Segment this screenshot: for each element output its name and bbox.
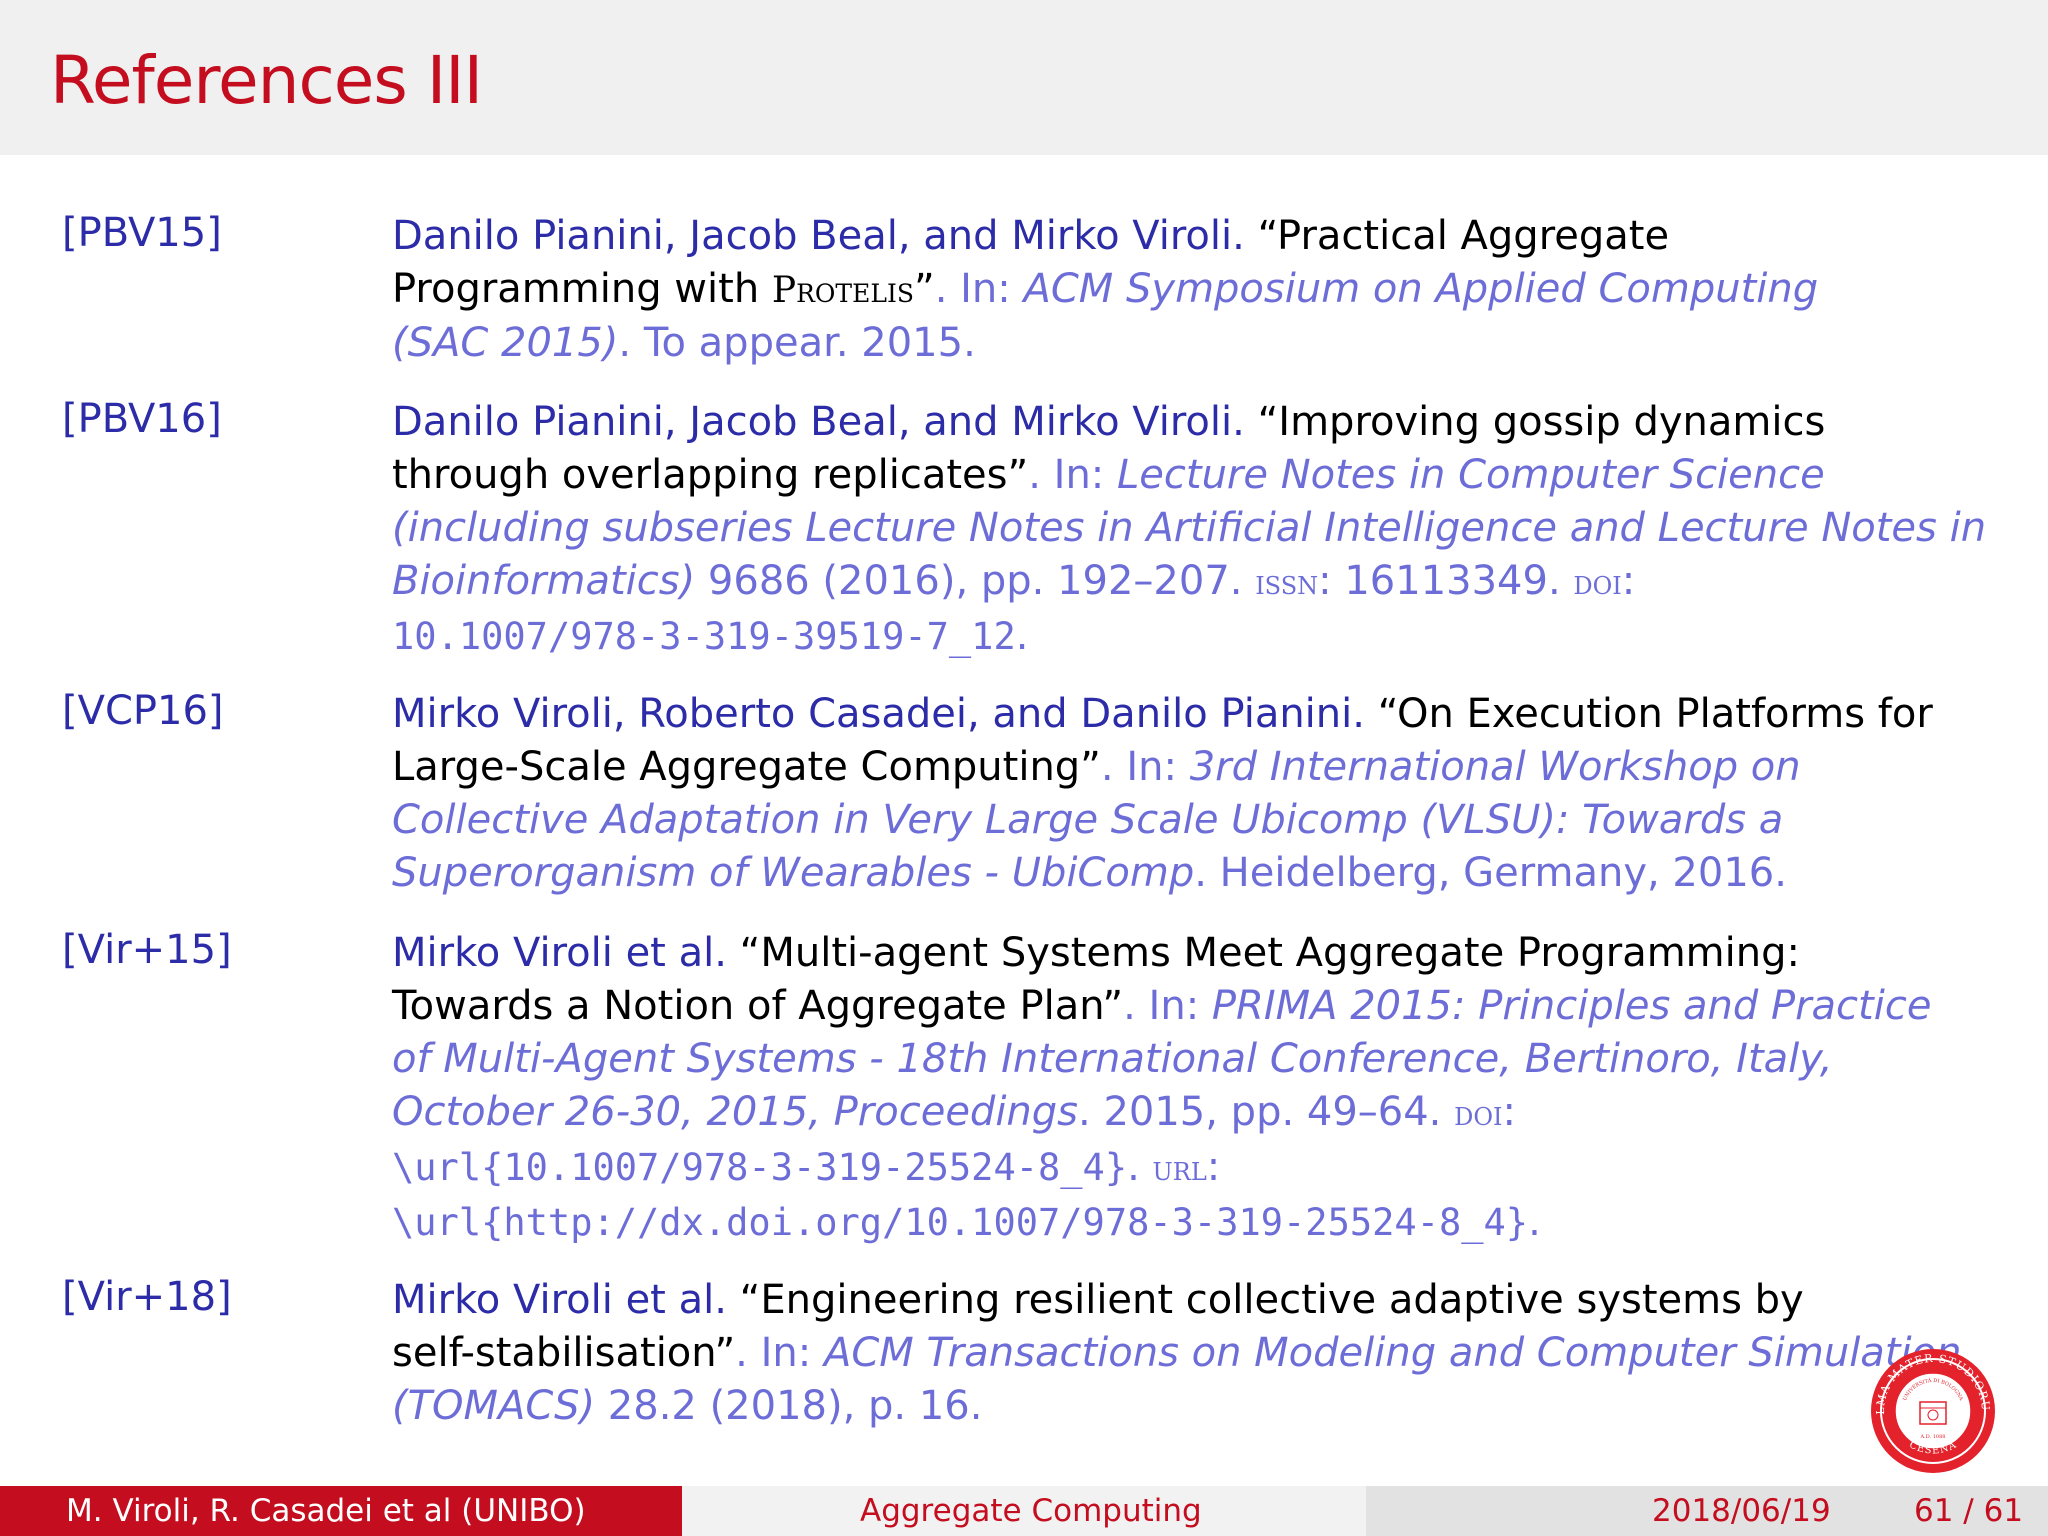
- title-bar: References III: [0, 0, 2048, 155]
- in-label: . In:: [735, 1330, 824, 1376]
- footer: M. Viroli, R. Casadei et al (UNIBO) Aggr…: [0, 1486, 2048, 1536]
- reference-venue-cont: (including subseries Lecture Notes in Ar…: [392, 505, 1987, 551]
- university-seal-icon: ALMA MATER STUDIORUM CESENA UNIVERSITÀ D…: [1868, 1346, 1995, 1473]
- reference-details: . 2015, pp. 49–64.: [1078, 1089, 1455, 1135]
- reference-venue: Lecture Notes in Computer Science: [1117, 452, 1825, 498]
- reference-key: [Vir+18]: [62, 1274, 232, 1320]
- protelis-smallcaps: Protelis: [771, 270, 914, 311]
- reference-body: Danilo Pianini, Jacob Beal, and Mirko Vi…: [392, 210, 2022, 370]
- reference-venue-cont: (SAC 2015): [392, 320, 619, 366]
- reference-title: “Improving gossip dynamics: [1257, 399, 1826, 445]
- footer-title-box: Aggregate Computing: [682, 1486, 1366, 1536]
- reference-key: [Vir+15]: [62, 927, 232, 973]
- reference-venue: ACM Symposium on Applied Computing: [1023, 266, 1819, 312]
- in-label: . In:: [1123, 983, 1212, 1029]
- doi-colon: :: [1502, 1089, 1516, 1135]
- in-label: . In:: [934, 266, 1024, 312]
- footer-date: 2018/06/19: [1652, 1493, 1831, 1529]
- reference-key: [VCP16]: [62, 688, 224, 734]
- reference-title: “Practical Aggregate: [1257, 213, 1670, 259]
- reference-body: Mirko Viroli et al. “Multi-agent Systems…: [392, 927, 2022, 1249]
- reference-venue-cont: Collective Adaptation in Very Large Scal…: [392, 797, 1784, 843]
- reference-authors[interactable]: Danilo Pianini, Jacob Beal, and Mirko Vi…: [392, 213, 1245, 259]
- reference-title-cont: Programming with: [392, 266, 772, 312]
- footer-page-number: 61 / 61: [1914, 1493, 2024, 1529]
- reference-title-cont: through overlapping replicates”: [392, 452, 1029, 498]
- reference-details: . To appear. 2015.: [618, 320, 976, 366]
- reference-venue: ACM Transactions on Modeling and Compute…: [823, 1330, 1962, 1376]
- page-title: References III: [50, 42, 483, 119]
- reference-authors[interactable]: Danilo Pianini, Jacob Beal, and Mirko Vi…: [392, 399, 1245, 445]
- in-label: . In:: [1028, 452, 1117, 498]
- separator: .: [1127, 1144, 1153, 1190]
- reference-title-cont: self-stabilisation”: [392, 1330, 736, 1376]
- doi-label: doi: [1454, 1094, 1503, 1134]
- reference-title: “On Execution Platforms for: [1377, 691, 1933, 737]
- reference-body: Danilo Pianini, Jacob Beal, and Mirko Vi…: [392, 396, 2022, 663]
- issn-value: : 16113349.: [1318, 558, 1574, 604]
- reference-venue: PRIMA 2015: Principles and Practice: [1211, 983, 1932, 1029]
- reference-details: 28.2 (2018), p. 16.: [595, 1383, 983, 1429]
- reference-authors[interactable]: Mirko Viroli, Roberto Casadei, and Danil…: [392, 691, 1365, 737]
- seal-year: A.D. 1088: [1920, 1434, 1946, 1440]
- footer-talk-title: Aggregate Computing: [860, 1493, 1202, 1529]
- doi-label: doi: [1573, 563, 1622, 603]
- doi-link[interactable]: \url{10.1007/978-3-319-25524-8_4}: [392, 1146, 1127, 1189]
- reference-authors[interactable]: Mirko Viroli et al.: [392, 930, 727, 976]
- reference-title-cont: Towards a Notion of Aggregate Plan”: [392, 983, 1124, 1029]
- reference-key: [PBV15]: [62, 210, 222, 256]
- doi-link[interactable]: 10.1007/978-3-319-39519-7_12: [392, 615, 1016, 658]
- url-label: url: [1152, 1149, 1207, 1189]
- reference-venue-cont: October 26-30, 2015, Proceedings: [392, 1089, 1079, 1135]
- reference-venue-cont: of Multi-Agent Systems - 18th Internatio…: [392, 1036, 1833, 1082]
- reference-key: [PBV16]: [62, 396, 222, 442]
- reference-end: .: [1015, 613, 1029, 659]
- reference-venue-cont: (TOMACS): [392, 1383, 596, 1429]
- reference-venue-cont: Superorganism of Wearables - UbiComp: [392, 850, 1195, 896]
- footer-authors: M. Viroli, R. Casadei et al (UNIBO): [66, 1493, 586, 1529]
- in-label: . In:: [1100, 744, 1190, 790]
- reference-body: Mirko Viroli et al. “Engineering resilie…: [392, 1274, 2022, 1433]
- footer-meta-box: 2018/06/19 61 / 61: [1366, 1486, 2048, 1536]
- reference-title: “Engineering resilient collective adapti…: [739, 1277, 1804, 1323]
- reference-end: .: [1528, 1199, 1541, 1245]
- reference-title-end: ”: [913, 266, 935, 312]
- reference-venue-cont: Bioinformatics): [392, 558, 696, 604]
- issn-label: issn: [1255, 563, 1319, 603]
- reference-authors[interactable]: Mirko Viroli et al.: [392, 1277, 727, 1323]
- reference-venue: 3rd International Workshop on: [1189, 744, 1801, 790]
- url-link[interactable]: \url{http://dx.doi.org/10.1007/978-3-319…: [392, 1201, 1528, 1244]
- reference-body: Mirko Viroli, Roberto Casadei, and Danil…: [392, 688, 2022, 900]
- reference-details: 9686 (2016), pp. 192–207.: [695, 558, 1256, 604]
- reference-title-cont: Large-Scale Aggregate Computing”: [392, 744, 1101, 790]
- reference-details: . Heidelberg, Germany, 2016.: [1194, 850, 1787, 896]
- doi-colon: :: [1621, 558, 1636, 604]
- footer-authors-box: M. Viroli, R. Casadei et al (UNIBO): [0, 1486, 682, 1536]
- reference-title: “Multi-agent Systems Meet Aggregate Prog…: [739, 930, 1800, 976]
- url-colon: :: [1206, 1144, 1221, 1190]
